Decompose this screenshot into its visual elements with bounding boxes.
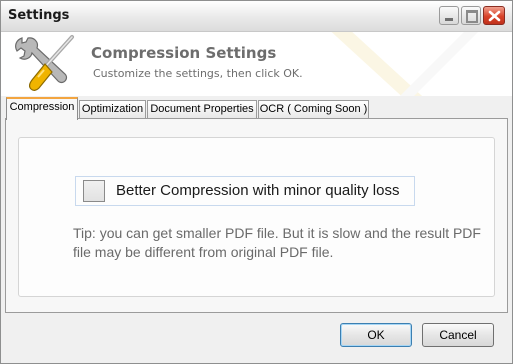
tab-strip: Compression Optimization Document Proper…	[1, 97, 512, 120]
tab-document-properties[interactable]: Document Properties	[147, 100, 257, 118]
tab-ocr[interactable]: OCR ( Coming Soon )	[258, 100, 369, 118]
watermark-tools-icon	[331, 32, 479, 96]
window-title: Settings	[8, 8, 70, 23]
maximize-button[interactable]	[461, 6, 481, 25]
better-compression-label[interactable]: Better Compression with minor quality lo…	[116, 182, 399, 199]
better-compression-checkbox[interactable]	[83, 180, 105, 202]
maximize-icon	[466, 10, 478, 23]
tip-text: Tip: you can get smaller PDF file. But i…	[73, 225, 481, 260]
tab-compression[interactable]: Compression	[6, 97, 78, 120]
better-compression-option[interactable]: Better Compression with minor quality lo…	[75, 176, 415, 206]
header-title: Compression Settings	[91, 44, 277, 62]
cancel-button[interactable]: Cancel	[422, 323, 494, 347]
compression-panel: Better Compression with minor quality lo…	[5, 118, 508, 313]
header-subtitle: Customize the settings, then click OK.	[93, 67, 303, 80]
ok-button[interactable]: OK	[340, 323, 412, 347]
title-bar[interactable]: Settings	[1, 1, 512, 32]
header-banner: Compression Settings Customize the setti…	[1, 32, 512, 96]
minimize-icon	[445, 18, 453, 21]
tab-optimization[interactable]: Optimization	[79, 100, 146, 118]
compression-group: Better Compression with minor quality lo…	[18, 137, 495, 297]
close-icon	[488, 10, 501, 22]
close-button[interactable]	[483, 6, 505, 25]
minimize-button[interactable]	[439, 6, 459, 25]
settings-dialog: Settings Compression Settings Customize …	[0, 0, 513, 364]
tools-icon	[15, 35, 74, 91]
